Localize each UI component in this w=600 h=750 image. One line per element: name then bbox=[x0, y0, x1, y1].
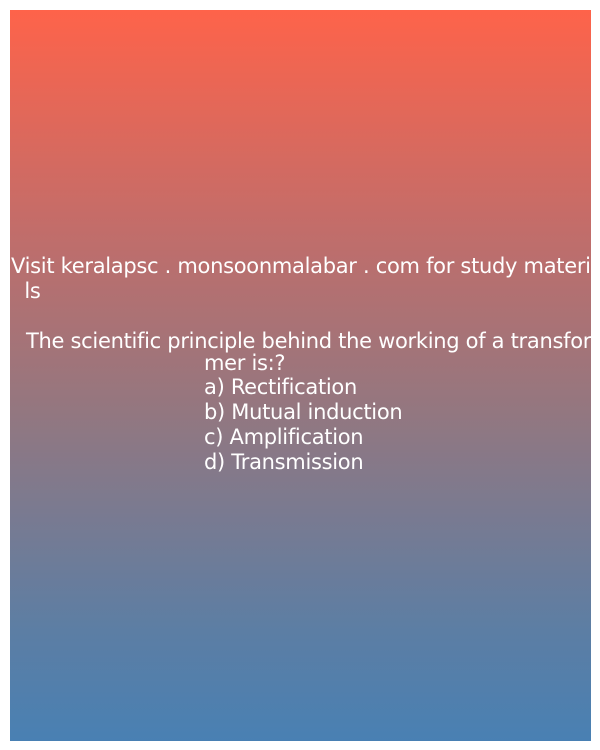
question-text-line2: mer is:? bbox=[204, 351, 286, 375]
option-b: b) Mutual induction bbox=[204, 400, 403, 424]
option-c: c) Amplification bbox=[204, 425, 364, 449]
question-text-line1: The scientific principle behind the work… bbox=[26, 329, 592, 353]
question-card: Visit keralapsc . monsoonmalabar . com f… bbox=[10, 10, 600, 741]
option-a: a) Rectification bbox=[204, 375, 357, 399]
site-promo-text-line2: ls bbox=[18, 279, 41, 303]
option-d: d) Transmission bbox=[204, 450, 364, 474]
site-promo-text-line1: Visit keralapsc . monsoonmalabar . com f… bbox=[11, 254, 600, 278]
